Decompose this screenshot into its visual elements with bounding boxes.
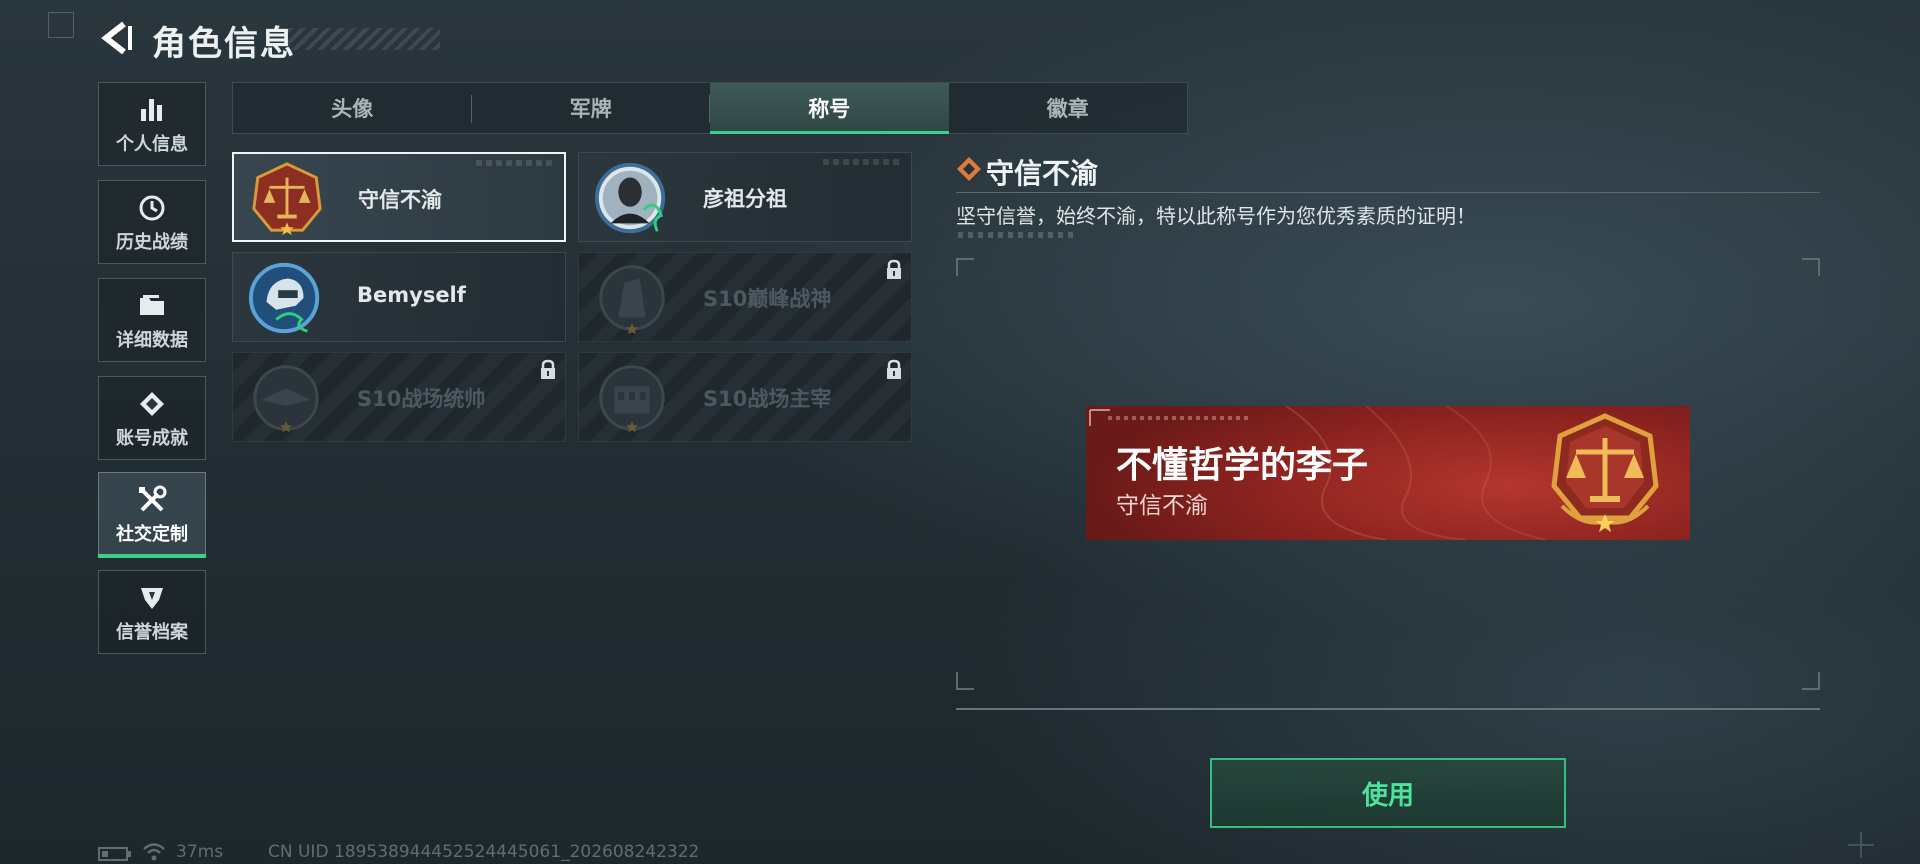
- title-name: S10战场统帅: [357, 387, 486, 411]
- title-decoration: [288, 28, 440, 50]
- tab-badge[interactable]: 徽章: [949, 83, 1188, 133]
- sidebar-item-label: 详细数据: [116, 330, 188, 351]
- tab-bar: 头像 军牌 称号 徽章: [232, 82, 1188, 134]
- title-name: 守信不渝: [358, 188, 442, 212]
- lock-icon: [887, 259, 901, 279]
- sidebar-item-achievements[interactable]: 账号成就: [98, 376, 206, 460]
- chevron-left-icon: [101, 21, 132, 55]
- lock-icon: [887, 359, 901, 379]
- sidebar-item-label: 历史战绩: [116, 232, 188, 253]
- back-button[interactable]: [96, 18, 136, 58]
- frame-corner: [956, 258, 974, 276]
- card-decoration: [823, 159, 903, 165]
- detail-title: 守信不渝: [986, 157, 1099, 190]
- page-title: 角色信息: [152, 24, 296, 64]
- colosseum-emblem-icon: [599, 365, 665, 433]
- title-name: S10巅峰战神: [703, 287, 832, 311]
- sidebar-item-label: 信誉档案: [116, 622, 188, 643]
- title-name: Bemyself: [357, 283, 466, 307]
- tab-label: 称号: [808, 97, 851, 121]
- title-card-s10-overlord[interactable]: S10战场主宰: [578, 352, 912, 442]
- sidebar-item-label: 账号成就: [116, 428, 188, 449]
- ping-text: 37ms: [176, 842, 224, 862]
- banner-player-name: 不懂哲学的李子: [1116, 445, 1369, 486]
- title-name: 彦祖分祖: [703, 187, 787, 211]
- sidebar-item-label: 社交定制: [116, 524, 188, 545]
- sidebar-item-detail-data[interactable]: 详细数据: [98, 278, 206, 362]
- lock-icon: [541, 359, 555, 379]
- wrench-screwdriver-icon: [136, 482, 168, 518]
- achievement-icon: [137, 386, 167, 422]
- banner-decoration: [1108, 416, 1248, 420]
- detail-bottom-line: [956, 708, 1820, 710]
- title-card-s10-peak-god[interactable]: S10巅峰战神: [578, 252, 912, 342]
- tab-title[interactable]: 称号: [710, 83, 949, 134]
- portrait-emblem-icon: [594, 162, 666, 234]
- sidebar-item-social-custom[interactable]: 社交定制: [98, 472, 206, 556]
- sidebar-item-label: 个人信息: [116, 134, 188, 155]
- corner-square-icon: [48, 12, 74, 38]
- frame-corner: [956, 672, 974, 690]
- title-card-bemyself[interactable]: Bemyself: [232, 252, 566, 342]
- title-card-yanzu[interactable]: 彦祖分祖: [578, 152, 912, 242]
- wifi-icon: [143, 843, 165, 861]
- sidebar-active-indicator: [98, 554, 206, 558]
- tab-label: 徽章: [1046, 97, 1089, 121]
- title-name: S10战场主宰: [703, 387, 832, 411]
- crosshair-icon: [1848, 832, 1874, 858]
- title-card-shouxin[interactable]: 守信不渝: [232, 152, 566, 242]
- title-preview-banner: 不懂哲学的李子 守信不渝: [1086, 406, 1690, 540]
- tab-dogtag[interactable]: 军牌: [472, 83, 710, 133]
- card-decoration: [476, 160, 556, 166]
- banner-title: 守信不渝: [1116, 493, 1208, 519]
- sidebar-item-personal-info[interactable]: 个人信息: [98, 82, 206, 166]
- clock-history-icon: [137, 190, 167, 226]
- title-card-s10-commander[interactable]: S10战场统帅: [232, 352, 566, 442]
- detail-description: 坚守信誉，始终不渝，特以此称号作为您优秀素质的证明！: [956, 204, 1476, 228]
- battery-icon: [98, 847, 131, 861]
- credit-shield-icon: [137, 580, 167, 616]
- uid-text: CN UID 1895389444525244450​61_2026082423…: [268, 842, 700, 862]
- tower-emblem-icon: [599, 265, 665, 335]
- scales-emblem-icon: [252, 162, 322, 236]
- tab-label: 头像: [331, 97, 374, 121]
- sidebar-item-history[interactable]: 历史战绩: [98, 180, 206, 264]
- aircraft-emblem-icon: [253, 365, 319, 433]
- detail-decoration: [958, 232, 1078, 238]
- frame-corner: [1802, 672, 1820, 690]
- tab-label: 军牌: [569, 97, 612, 121]
- sidebar-item-credit-file[interactable]: 信誉档案: [98, 570, 206, 654]
- tab-avatar[interactable]: 头像: [233, 83, 472, 133]
- diamond-title-icon: [957, 157, 981, 181]
- folder-icon: [137, 288, 167, 324]
- frame-corner: [1802, 258, 1820, 276]
- bar-chart-icon: [137, 92, 167, 128]
- use-button[interactable]: 使用: [1210, 758, 1566, 828]
- detail-divider: [956, 192, 1820, 193]
- helmet-emblem-icon: [248, 262, 320, 334]
- scales-emblem-icon: [1551, 413, 1659, 532]
